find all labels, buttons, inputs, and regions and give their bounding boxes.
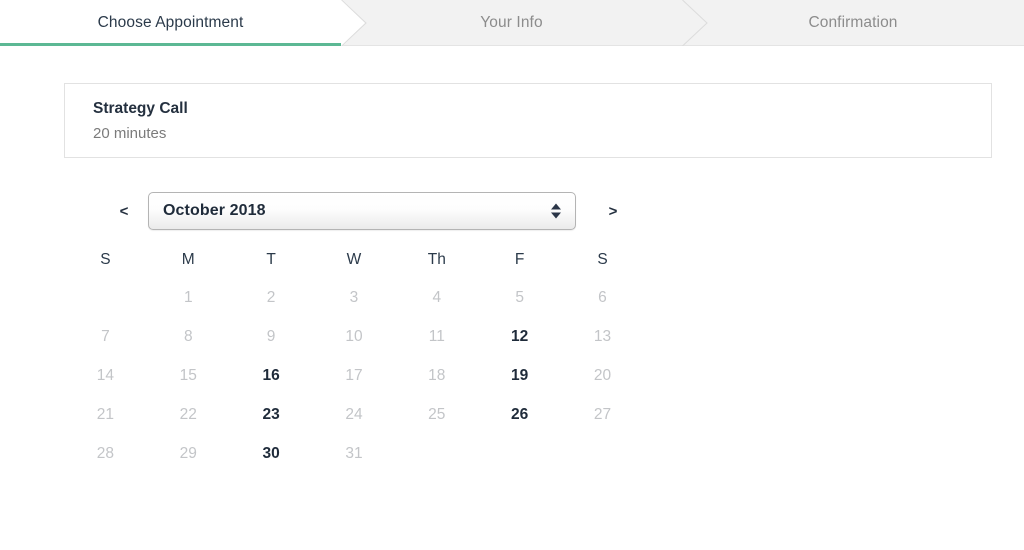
calendar-day-available[interactable]: 12 [478, 317, 561, 356]
calendar-day-disabled: 24 [345, 405, 363, 423]
calendar-day-disabled: 21 [96, 405, 115, 423]
calendar-day-disabled: 25 [428, 405, 446, 423]
tab-confirmation-label: Confirmation [808, 14, 898, 31]
calendar-day-disabled: 27 [593, 405, 612, 423]
event-duration: 20 minutes [93, 125, 167, 142]
stepper-down-icon [551, 212, 561, 219]
calendar-day-available[interactable]: 30 [230, 434, 313, 473]
calendar-day-disabled: 4 [432, 288, 442, 306]
calendar-weekday-header-row: S M T W Th F S [64, 242, 644, 278]
calendar-day-disabled: 9 [266, 327, 276, 345]
tab-choose-appointment[interactable]: Choose Appointment [0, 0, 365, 46]
calendar-day-disabled: 10 [345, 327, 363, 345]
calendar-day-disabled: 6 [598, 288, 607, 306]
calendar-day-disabled: 14 [96, 366, 115, 384]
calendar-day-disabled: 8 [183, 327, 193, 345]
calendar-week-row: 7 8 9 10 11 12 13 [64, 317, 644, 356]
tab-choose-appointment-label: Choose Appointment [97, 14, 244, 31]
calendar-grid: S M T W Th F S 1 2 3 4 5 6 7 8 9 10 11 12 13 14 15 16 17 18 19 20… [64, 242, 644, 473]
calendar-day-available[interactable]: 23 [230, 395, 313, 434]
calendar-week-row: 1 2 3 4 5 6 [64, 278, 644, 317]
event-summary-card: Strategy Call 20 minutes [64, 83, 992, 158]
weekday-header: S [597, 251, 608, 268]
calendar-day-empty [64, 278, 147, 317]
tab-your-info[interactable]: Your Info [341, 0, 682, 46]
calendar-day-empty [478, 434, 561, 473]
calendar-day-disabled: 17 [345, 366, 363, 384]
weekday-header: F [514, 251, 525, 268]
event-title: Strategy Call [93, 100, 188, 117]
month-navigation: < October 2018 > [64, 189, 644, 233]
weekday-header: T [266, 251, 276, 268]
previous-month-button[interactable]: < [102, 191, 146, 231]
calendar-day-disabled: 18 [428, 366, 446, 384]
calendar-day-disabled: 29 [179, 444, 197, 462]
calendar-day-disabled: 15 [179, 366, 197, 384]
calendar-day-disabled: 31 [345, 444, 363, 462]
calendar-day-disabled: 22 [179, 405, 197, 423]
calendar-day-disabled: 28 [96, 444, 115, 462]
weekday-header: Th [427, 251, 446, 268]
calendar-weeks: 1 2 3 4 5 6 7 8 9 10 11 12 13 14 15 16 17 18 19 20 21 22 23 24 2… [64, 278, 644, 473]
calendar-week-row: 28 29 30 31 [64, 434, 644, 473]
weekday-header: S [100, 251, 111, 268]
calendar-day-disabled: 2 [266, 288, 276, 306]
tab-your-info-label: Your Info [480, 14, 543, 31]
calendar-day-available[interactable]: 26 [478, 395, 561, 434]
month-select[interactable]: October 2018 [148, 192, 576, 230]
tab-confirmation[interactable]: Confirmation [682, 0, 1024, 46]
calendar-day-empty [561, 434, 644, 473]
calendar-day-disabled: 13 [593, 327, 612, 345]
calendar-week-row: 21 22 23 24 25 26 27 [64, 395, 644, 434]
weekday-header: W [346, 251, 362, 268]
calendar-day-disabled: 11 [428, 327, 445, 345]
calendar-day-disabled: 7 [101, 327, 110, 345]
appointment-booking-page: Choose Appointment Your Info Confirmatio… [0, 0, 1024, 550]
calendar-day-disabled: 5 [515, 288, 524, 306]
calendar-day-disabled: 3 [349, 288, 359, 306]
stepper-arrows-icon[interactable] [551, 203, 561, 219]
calendar-day-disabled: 1 [183, 288, 193, 306]
active-tab-underline [0, 43, 341, 46]
calendar-day-disabled: 20 [593, 366, 612, 384]
calendar-day-empty [395, 434, 478, 473]
calendar-day-available[interactable]: 16 [230, 356, 313, 395]
weekday-header: M [181, 251, 195, 268]
calendar-day-available[interactable]: 19 [478, 356, 561, 395]
step-tabs: Choose Appointment Your Info Confirmatio… [0, 0, 1024, 46]
calendar-week-row: 14 15 16 17 18 19 20 [64, 356, 644, 395]
next-month-button[interactable]: > [591, 191, 635, 231]
stepper-up-icon [551, 203, 561, 210]
month-select-value: October 2018 [163, 202, 266, 219]
